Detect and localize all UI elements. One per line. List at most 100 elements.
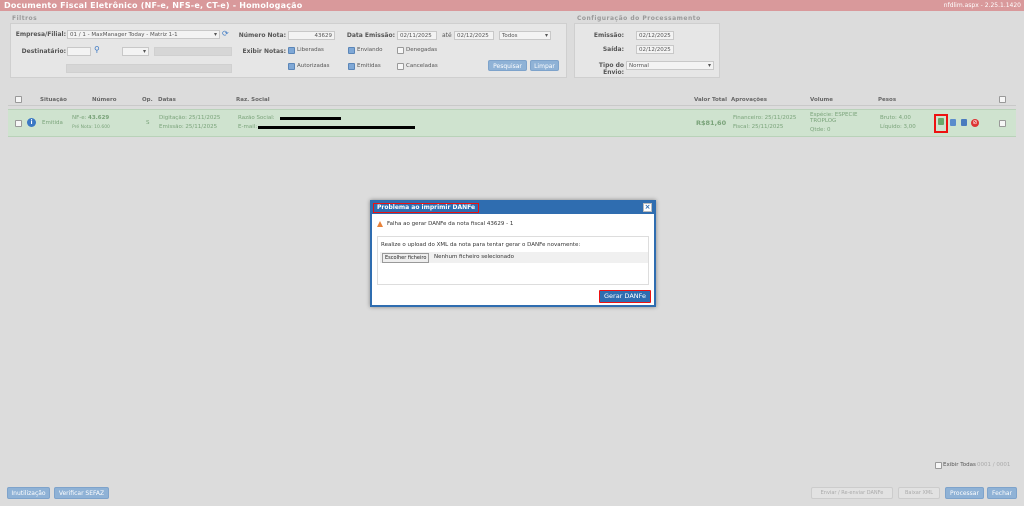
enviando-label: Enviando: [357, 47, 383, 53]
version-label: nfdlim.aspx - 2.25.1.1420: [943, 2, 1021, 9]
row-fiscal: Fiscal: 25/11/2025: [733, 124, 784, 130]
saida-input[interactable]: 02/12/2025: [636, 45, 674, 54]
header-aprovacoes: Aprovações: [731, 97, 768, 103]
row-email-label: E-mail:: [238, 124, 258, 130]
danfe-print-icon[interactable]: [938, 118, 944, 125]
row-razao-label: Razão Social:: [238, 115, 275, 121]
title-bar: Documento Fiscal Eletrônico (NF-e, NFS-e…: [0, 0, 1024, 11]
enviando-checkbox[interactable]: [348, 47, 355, 54]
processar-button[interactable]: Processar: [945, 487, 984, 499]
empresa-select[interactable]: 01 / 1 - MaxManager Today - Matriz 1-1: [67, 30, 220, 39]
exibir-todas-label: Exibir Todas: [943, 462, 976, 468]
row-qtde: Qtde: 0: [810, 127, 831, 133]
row-especie: Espécie: ESPECIE TROPLOG: [810, 112, 858, 124]
tipo-envio-value: Normal: [629, 63, 649, 69]
liberadas-checkbox[interactable]: [288, 47, 295, 54]
row-nfe-label: NF-e:: [72, 115, 87, 121]
status-select-value: Todos: [502, 33, 518, 39]
header-razao: Raz. Social: [236, 97, 270, 103]
header-pesos: Pesos: [878, 97, 897, 103]
destinatario-code-input[interactable]: [67, 47, 91, 56]
row-pre-nota: Pré Nota: 10.600: [72, 125, 110, 130]
row-valor: R$81,60: [696, 119, 727, 127]
gerar-danfe-button[interactable]: Gerar DANFe: [599, 290, 652, 303]
file-status: Nenhum ficheiro selecionado: [434, 254, 514, 260]
info-icon[interactable]: i: [27, 118, 36, 127]
tipo-envio-label: Tipo do Envio:: [598, 62, 624, 76]
emissao-label: Emissão:: [593, 32, 624, 39]
date-from-input[interactable]: 02/11/2025: [397, 31, 437, 40]
denegadas-checkbox[interactable]: [397, 47, 404, 54]
ate-label: até: [442, 32, 452, 39]
row-liquido: Líquido: 3,00: [880, 124, 916, 130]
enviar-reenviar-danfe-button[interactable]: Enviar / Re-enviar DANFe: [811, 487, 893, 499]
dialog-title: Problema ao imprimir DANFe: [373, 203, 480, 213]
row-emissao: Emissão: 25/11/2025: [159, 124, 218, 130]
row-checkbox[interactable]: [15, 120, 22, 127]
destinatario-type-select[interactable]: [122, 47, 149, 56]
row-bruto: Bruto: 4,00: [880, 115, 911, 121]
cancel-icon[interactable]: ⊘: [971, 119, 979, 127]
header-valor-total: Valor Total: [694, 97, 727, 103]
header-situacao: Situação: [40, 97, 67, 103]
upload-instruction: Realize o upload do XML da nota para ten…: [381, 242, 581, 248]
redacted-email: [258, 126, 415, 129]
xml-icon[interactable]: [950, 119, 956, 126]
header-volume: Volume: [810, 97, 833, 103]
row-nfe-number: 43.629: [88, 115, 110, 121]
header-numero: Número: [92, 97, 117, 103]
row-op: S: [146, 120, 150, 126]
config-section-title: Configuração do Processamento: [577, 15, 701, 22]
destinatario-label: Destinatário:: [21, 48, 66, 55]
header-right-checkbox[interactable]: [999, 96, 1006, 103]
danfe-error-dialog: Problema ao imprimir DANFe × Falha ao ge…: [370, 200, 656, 307]
saida-label: Saída:: [602, 46, 624, 53]
tipo-envio-select[interactable]: Normal: [626, 61, 714, 70]
verificar-sefaz-button[interactable]: Verificar SEFAZ: [54, 487, 109, 499]
status-select[interactable]: Todos: [499, 31, 551, 40]
header-op: Op.: [142, 97, 153, 103]
header-datas: Datas: [158, 97, 176, 103]
refresh-icon[interactable]: ⟳: [222, 29, 229, 38]
canceladas-checkbox[interactable]: [397, 63, 404, 70]
exibir-todas-checkbox[interactable]: [935, 462, 942, 469]
redacted-razao: [280, 117, 341, 120]
autorizadas-checkbox[interactable]: [288, 63, 295, 70]
row-right-checkbox[interactable]: [999, 120, 1006, 127]
numero-nota-label: Número Nota:: [238, 32, 286, 39]
email-icon[interactable]: [961, 119, 967, 126]
empresa-value: 01 / 1 - MaxManager Today - Matriz 1-1: [70, 32, 178, 38]
select-all-checkbox[interactable]: [15, 96, 22, 103]
autorizadas-label: Autorizadas: [297, 63, 330, 69]
empresa-label: Empresa/Filial:: [15, 31, 66, 38]
paging-label: 0001 / 0001: [977, 462, 1011, 468]
search-icon[interactable]: ⚲: [94, 45, 100, 54]
warning-icon: [377, 221, 383, 227]
close-icon[interactable]: ×: [643, 203, 652, 212]
dialog-titlebar: Problema ao imprimir DANFe ×: [372, 202, 654, 214]
destinatario-extra-field: [66, 64, 232, 73]
data-emissao-label: Data Emissão:: [346, 32, 395, 39]
pesquisar-button[interactable]: Pesquisar: [488, 60, 527, 71]
destinatario-name-input[interactable]: [154, 47, 232, 56]
filters-section-title: Filtros: [12, 15, 38, 22]
emitidas-checkbox[interactable]: [348, 63, 355, 70]
choose-file-button[interactable]: Escolher ficheiro: [382, 253, 430, 263]
exibir-notas-label: Exibir Notas:: [242, 48, 286, 55]
denegadas-label: Denegadas: [406, 47, 438, 53]
baixar-xml-button[interactable]: Baixar XML: [898, 487, 940, 499]
inutilizacao-button[interactable]: Inutilização: [7, 487, 50, 499]
numero-nota-input[interactable]: 43629: [288, 31, 335, 40]
liberadas-label: Liberadas: [297, 47, 324, 53]
row-situacao: Emitida: [42, 120, 63, 126]
emissao-input[interactable]: 02/12/2025: [636, 31, 674, 40]
row-digitacao: Digitação: 25/11/2025: [159, 115, 221, 121]
dialog-error-message: Falha ao gerar DANFe da nota fiscal 4362…: [387, 221, 514, 227]
row-financeiro: Financeiro: 25/11/2025: [733, 115, 797, 121]
limpar-button[interactable]: Limpar: [530, 60, 559, 71]
canceladas-label: Canceladas: [406, 63, 438, 69]
fechar-button[interactable]: Fechar: [987, 487, 1017, 499]
window-title: Documento Fiscal Eletrônico (NF-e, NFS-e…: [4, 1, 303, 10]
date-to-input[interactable]: 02/12/2025: [454, 31, 494, 40]
emitidas-label: Emitidas: [357, 63, 381, 69]
